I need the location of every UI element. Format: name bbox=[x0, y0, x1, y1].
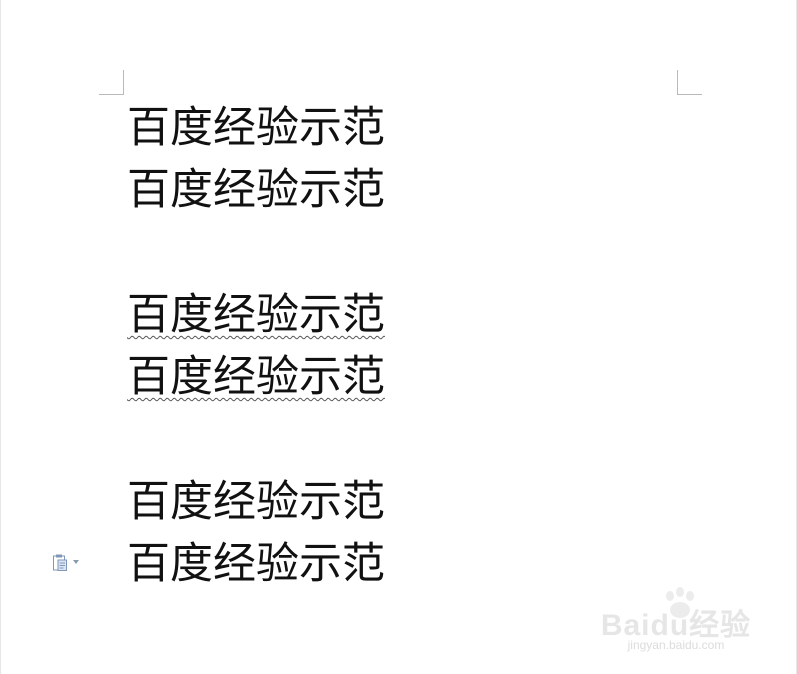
top-left-margin-mark bbox=[99, 70, 124, 95]
text-line-2[interactable]: 百度经验示范 bbox=[127, 165, 385, 215]
text-line-4-spellcheck[interactable]: 百度经验示范 bbox=[127, 352, 385, 402]
text-line-6[interactable]: 百度经验示范 bbox=[127, 539, 385, 589]
text-line-3-spellcheck[interactable]: 百度经验示范 bbox=[127, 290, 385, 340]
clipboard-paste-icon bbox=[53, 554, 67, 571]
text-line-1[interactable]: 百度经验示范 bbox=[127, 103, 385, 153]
caret-down-icon bbox=[73, 560, 79, 564]
paste-options-button[interactable] bbox=[53, 552, 89, 572]
document-page[interactable]: 百度经验示范 百度经验示范 百度经验示范 百度经验示范 百度经验示范 百度经验示… bbox=[0, 0, 797, 674]
top-right-margin-mark bbox=[677, 70, 702, 95]
baidu-jingyan-watermark: Baidu经验 jingyan.baidu.com bbox=[596, 586, 756, 656]
watermark-url: jingyan.baidu.com bbox=[627, 638, 725, 652]
text-line-5[interactable]: 百度经验示范 bbox=[127, 477, 385, 527]
